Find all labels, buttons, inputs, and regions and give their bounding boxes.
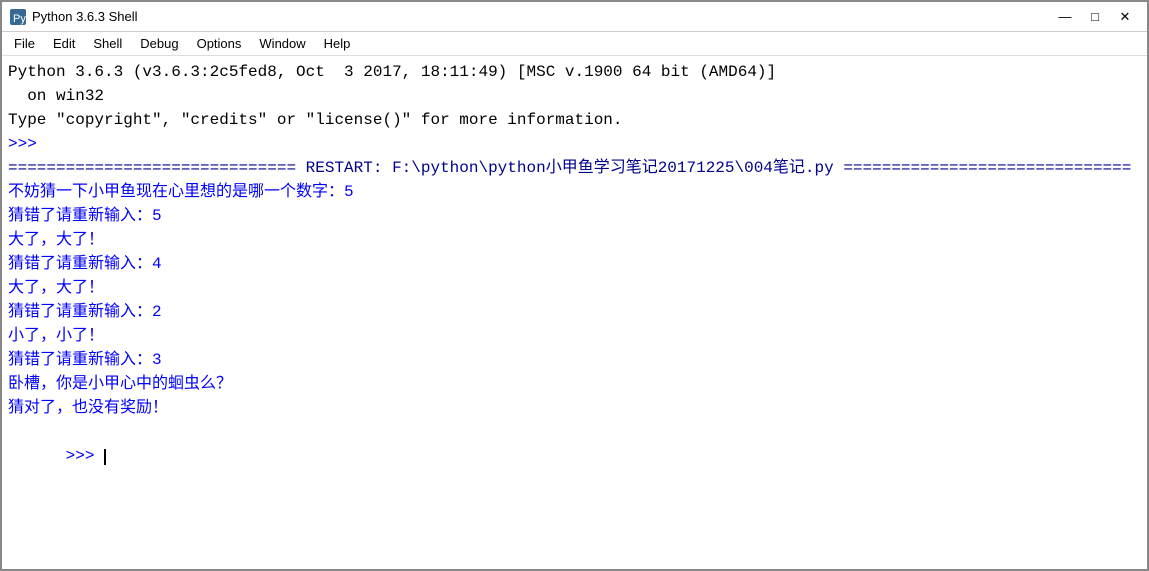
prompt-initial: >>> (8, 132, 1141, 156)
close-button[interactable]: ✕ (1111, 6, 1139, 28)
header-line3: Type "copyright", "credits" or "license(… (8, 108, 1141, 132)
output-line-5: 猜错了请重新输入：2 (8, 300, 1141, 324)
output-line-1: 猜错了请重新输入：5 (8, 204, 1141, 228)
final-prompt: >>> (66, 447, 104, 465)
title-bar-left: Py Python 3.6.3 Shell (10, 9, 138, 25)
cursor (104, 449, 106, 465)
output-line-6: 小了，小了！ (8, 324, 1141, 348)
menu-options[interactable]: Options (189, 34, 250, 53)
restart-line: ============================== RESTART: … (8, 156, 1141, 180)
header-line1: Python 3.6.3 (v3.6.3:2c5fed8, Oct 3 2017… (8, 60, 1141, 84)
menu-file[interactable]: File (6, 34, 43, 53)
menu-shell[interactable]: Shell (85, 34, 130, 53)
output-line-7: 猜错了请重新输入：3 (8, 348, 1141, 372)
header-line2: on win32 (8, 84, 1141, 108)
menu-window[interactable]: Window (251, 34, 313, 53)
output-line-4: 大了，大了！ (8, 276, 1141, 300)
output-line-3: 猜错了请重新输入：4 (8, 252, 1141, 276)
shell-area[interactable]: Python 3.6.3 (v3.6.3:2c5fed8, Oct 3 2017… (2, 56, 1147, 569)
output-line-0: 不妨猜一下小甲鱼现在心里想的是哪一个数字：5 (8, 180, 1141, 204)
python-icon: Py (10, 9, 26, 25)
title-controls: — □ ✕ (1051, 6, 1139, 28)
maximize-button[interactable]: □ (1081, 6, 1109, 28)
python-shell-window: Py Python 3.6.3 Shell — □ ✕ File Edit Sh… (0, 0, 1149, 571)
final-prompt-line: >>> (8, 420, 1141, 492)
window-title: Python 3.6.3 Shell (32, 9, 138, 24)
menu-edit[interactable]: Edit (45, 34, 83, 53)
output-line-9: 猜对了，也没有奖励！ (8, 396, 1141, 420)
menu-bar: File Edit Shell Debug Options Window Hel… (2, 32, 1147, 56)
output-line-8: 卧槽，你是小甲心中的蛔虫么？ (8, 372, 1141, 396)
title-bar: Py Python 3.6.3 Shell — □ ✕ (2, 2, 1147, 32)
menu-help[interactable]: Help (316, 34, 359, 53)
menu-debug[interactable]: Debug (132, 34, 186, 53)
svg-text:Py: Py (13, 13, 26, 25)
output-line-2: 大了，大了！ (8, 228, 1141, 252)
minimize-button[interactable]: — (1051, 6, 1079, 28)
